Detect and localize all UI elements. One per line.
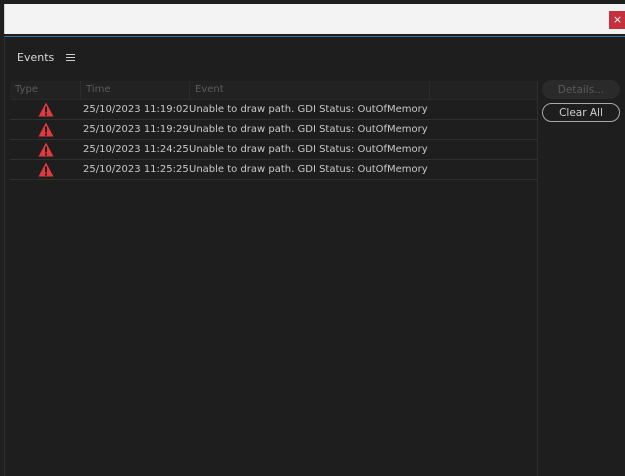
time-cell: 25/10/2023 11:19:29	[83, 124, 189, 135]
time-cell: 25/10/2023 11:19:02	[83, 104, 189, 115]
warning-icon	[38, 102, 54, 117]
warning-icon	[38, 142, 54, 157]
title-bar[interactable]: ×	[4, 4, 625, 34]
event-cell: Unable to draw path. GDI Status: OutOfMe…	[189, 164, 428, 175]
warning-icon	[38, 162, 54, 177]
panel-title: Events	[17, 50, 55, 64]
column-header-type[interactable]: Type	[10, 81, 81, 99]
hamburger-menu-icon[interactable]	[66, 53, 76, 61]
table-row[interactable]: 25/10/2023 11:25:25 Unable to draw path.…	[10, 160, 537, 180]
details-button[interactable]: Details...	[542, 80, 620, 99]
table-row[interactable]: 25/10/2023 11:24:25 Unable to draw path.…	[10, 140, 537, 160]
close-icon[interactable]: ×	[613, 13, 622, 26]
table-row[interactable]: 25/10/2023 11:19:02 Unable to draw path.…	[10, 100, 537, 120]
type-cell	[10, 100, 81, 119]
panel-header: Events	[17, 49, 76, 65]
close-button[interactable]: ×	[609, 11, 625, 29]
events-table: Type Time Event 25/10/2023 11:19:02 Unab…	[10, 81, 538, 476]
clear-all-button[interactable]: Clear All	[542, 103, 620, 122]
table-row[interactable]: 25/10/2023 11:19:29 Unable to draw path.…	[10, 120, 537, 140]
column-header-time[interactable]: Time	[81, 81, 190, 99]
column-header-event[interactable]: Event	[190, 81, 430, 99]
type-cell	[10, 160, 81, 179]
event-cell: Unable to draw path. GDI Status: OutOfMe…	[189, 144, 428, 155]
event-cell: Unable to draw path. GDI Status: OutOfMe…	[189, 104, 428, 115]
time-cell: 25/10/2023 11:24:25	[83, 144, 189, 155]
events-window: × Events Type Time Event 25/10/2023 11:1…	[0, 0, 625, 476]
type-cell	[10, 120, 81, 139]
type-cell	[10, 140, 81, 159]
action-buttons: Details... Clear All	[542, 80, 622, 126]
event-cell: Unable to draw path. GDI Status: OutOfMe…	[189, 124, 428, 135]
warning-icon	[38, 122, 54, 137]
time-cell: 25/10/2023 11:25:25	[83, 164, 189, 175]
events-panel: Events Type Time Event 25/10/2023 11:19:…	[4, 36, 625, 476]
table-header: Type Time Event	[10, 81, 537, 100]
